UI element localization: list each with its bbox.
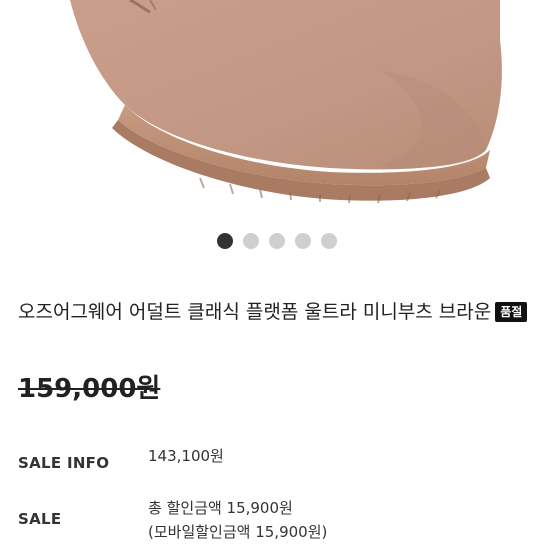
sale-info-label: SALE INFO: [18, 454, 110, 472]
product-title-text: 오즈어그웨어 어덜트 클래식 플랫폼 울트라 미니부츠 브라운: [18, 301, 492, 323]
gallery-dot-2[interactable]: [243, 233, 259, 249]
sale-mobile-discount: (모바일할인금액 15,900원): [148, 523, 328, 541]
gallery-dot-5[interactable]: [321, 233, 337, 249]
sale-info-value: 143,100원: [148, 447, 224, 465]
product-title: 오즈어그웨어 어덜트 클래식 플랫폼 울트라 미니부츠 브라운 품절: [18, 298, 538, 326]
gallery-pagination: [0, 233, 554, 249]
boot-illustration: [70, 0, 502, 204]
product-image[interactable]: [0, 0, 554, 222]
gallery-dot-1[interactable]: [217, 233, 233, 249]
gallery-dot-4[interactable]: [295, 233, 311, 249]
sale-total-discount: 총 할인금액 15,900원: [148, 499, 293, 517]
sold-out-badge: 품절: [495, 302, 528, 322]
original-price: 159,000원: [18, 374, 161, 404]
gallery-dot-3[interactable]: [269, 233, 285, 249]
sale-label: SALE: [18, 510, 62, 528]
